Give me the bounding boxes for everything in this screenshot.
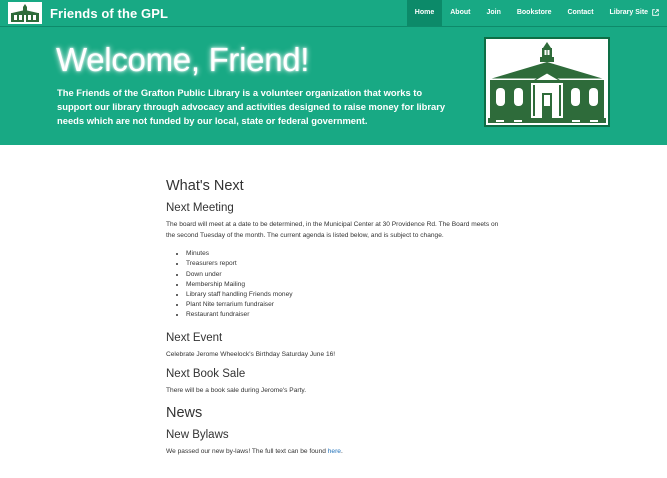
hero-banner: Welcome, Friend! The Friends of the Graf… [0,27,667,145]
next-meeting-text: The board will meet at a date to be dete… [166,221,499,239]
new-bylaws-text: We passed our new by-laws! The full text… [166,447,506,458]
hero-description: The Friends of the Grafton Public Librar… [57,87,446,126]
hero-title: Welcome, Friend! [56,41,310,78]
nav-library-site-label: Library Site [609,9,649,16]
brand[interactable]: Friends of the GPL [8,0,168,26]
nav-contact[interactable]: Contact [559,0,601,26]
whats-next-heading: What's Next [166,178,244,194]
next-meeting-heading: Next Meeting [166,202,234,214]
brand-title[interactable]: Friends of the GPL [50,6,168,21]
nav-library-site[interactable]: Library Site [602,0,667,26]
bylaws-link[interactable]: here [328,448,341,455]
next-event-heading: Next Event [166,331,223,344]
external-link-icon [652,8,659,16]
main-content: What's Next Next Meeting The board will … [166,178,506,465]
list-item: Membership Mailing [186,280,506,290]
new-bylaws-tail: . [340,447,343,455]
list-item: Down under [186,270,506,280]
list-item: Plant Nite terrarium fundraiser [186,300,506,310]
nav-join[interactable]: Join [478,0,508,26]
next-event-text: Celebrate Jerome Wheelock's Birthday Sat… [166,350,336,358]
main-nav: Home About Join Bookstore Contact Librar… [406,0,667,26]
list-item: Minutes [186,249,506,259]
library-logo-icon [8,2,42,24]
list-item: Restaurant fundraiser [186,310,506,320]
next-book-sale-heading: Next Book Sale [166,368,246,381]
top-navbar: Friends of the GPL Home About Join Books… [0,0,667,27]
next-book-sale-text: There will be a book sale during Jerome'… [166,387,307,395]
agenda-list: Minutes Treasurers report Down under Mem… [166,249,506,320]
list-item: Library staff handling Friends money [186,290,506,300]
library-building-image [484,37,610,127]
news-heading: News [166,404,203,421]
list-item: Treasurers report [186,259,506,269]
library-building-illustration-icon [488,42,606,123]
nav-about[interactable]: About [442,0,478,26]
nav-bookstore[interactable]: Bookstore [509,0,560,26]
nav-home[interactable]: Home [406,0,443,26]
new-bylaws-sentence: We passed our new by-laws! The full text… [166,447,328,455]
new-bylaws-heading: New Bylaws [166,428,229,441]
